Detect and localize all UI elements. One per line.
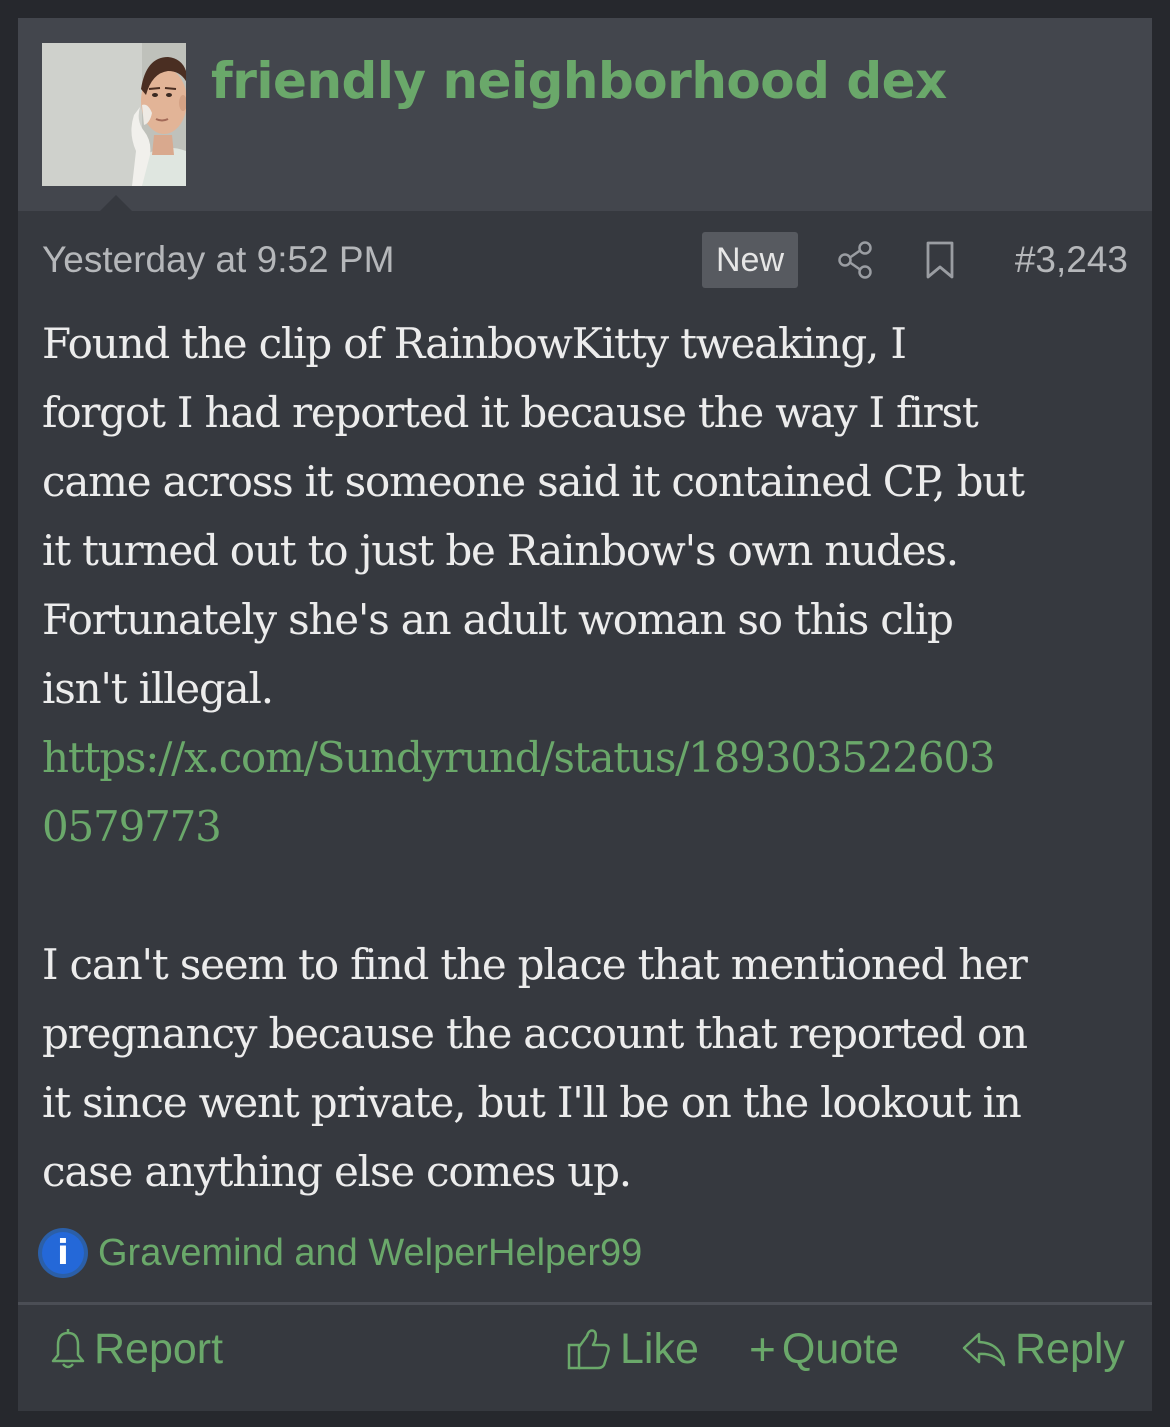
avatar-portrait bbox=[42, 43, 186, 186]
like-label[interactable]: Like bbox=[620, 1325, 699, 1374]
post-timestamp[interactable]: Yesterday at 9:52 PM bbox=[42, 239, 394, 281]
quote-button[interactable]: + Quote bbox=[749, 1323, 899, 1375]
reaction-users-link[interactable]: Gravemind and WelperHelper99 bbox=[98, 1232, 642, 1275]
reply-label[interactable]: Reply bbox=[1015, 1325, 1125, 1374]
quote-label[interactable]: Quote bbox=[782, 1325, 899, 1374]
body-line: Found the clip of RainbowKitty tweaking,… bbox=[42, 319, 907, 368]
post-meta-row: Yesterday at 9:52 PM New #3,243 bbox=[18, 231, 1152, 291]
bell-icon bbox=[51, 1329, 85, 1369]
bookmark-icon[interactable] bbox=[922, 240, 958, 280]
post-number-link[interactable]: #3,243 bbox=[1015, 239, 1128, 281]
link-line[interactable]: https://x.com/Sundyrund/status/189303522… bbox=[42, 723, 1134, 792]
header-pointer bbox=[100, 195, 132, 211]
plus-icon: + bbox=[749, 1323, 776, 1375]
body-line: isn't illegal. bbox=[42, 664, 274, 713]
new-badge: New bbox=[702, 232, 798, 288]
info-icon: i bbox=[38, 1228, 88, 1278]
username-link[interactable]: friendly neighborhood dex bbox=[211, 46, 947, 116]
body-line: came across it someone said it contained… bbox=[42, 457, 1025, 506]
reactions-bar[interactable]: i Gravemind and WelperHelper99 bbox=[38, 1223, 642, 1283]
post-actions: Report Like + Quote Reply bbox=[18, 1305, 1152, 1395]
post-paragraph-1: Found the clip of RainbowKitty tweaking,… bbox=[42, 309, 1134, 723]
post-user-header: friendly neighborhood dex bbox=[18, 18, 1152, 211]
body-line: it turned out to just be Rainbow's own n… bbox=[42, 526, 959, 575]
post-container: friendly neighborhood dex Yesterday at 9… bbox=[18, 18, 1152, 1411]
external-link[interactable]: https://x.com/Sundyrund/status/189303522… bbox=[42, 723, 1134, 861]
body-line: pregnancy because the account that repor… bbox=[42, 1009, 1028, 1058]
share-icon[interactable] bbox=[835, 240, 875, 280]
post-body: Found the clip of RainbowKitty tweaking,… bbox=[42, 309, 1134, 1206]
post-paragraph-2: I can't seem to find the place that ment… bbox=[42, 930, 1134, 1206]
body-line: I can't seem to find the place that ment… bbox=[42, 940, 1028, 989]
avatar[interactable] bbox=[42, 43, 186, 186]
reply-button[interactable]: Reply bbox=[961, 1323, 1125, 1375]
report-label[interactable]: Report bbox=[94, 1325, 223, 1374]
link-line[interactable]: 0579773 bbox=[42, 792, 1134, 861]
body-line: it since went private, but I'll be on th… bbox=[42, 1078, 1022, 1127]
like-button[interactable]: Like bbox=[566, 1323, 699, 1375]
reply-arrow-icon bbox=[962, 1332, 1006, 1367]
body-line: forgot I had reported it because the way… bbox=[42, 388, 979, 437]
report-button[interactable]: Report bbox=[50, 1323, 223, 1375]
body-line: case anything else comes up. bbox=[42, 1147, 632, 1196]
thumbs-up-icon bbox=[567, 1329, 610, 1370]
body-line: Fortunately she's an adult woman so this… bbox=[42, 595, 954, 644]
